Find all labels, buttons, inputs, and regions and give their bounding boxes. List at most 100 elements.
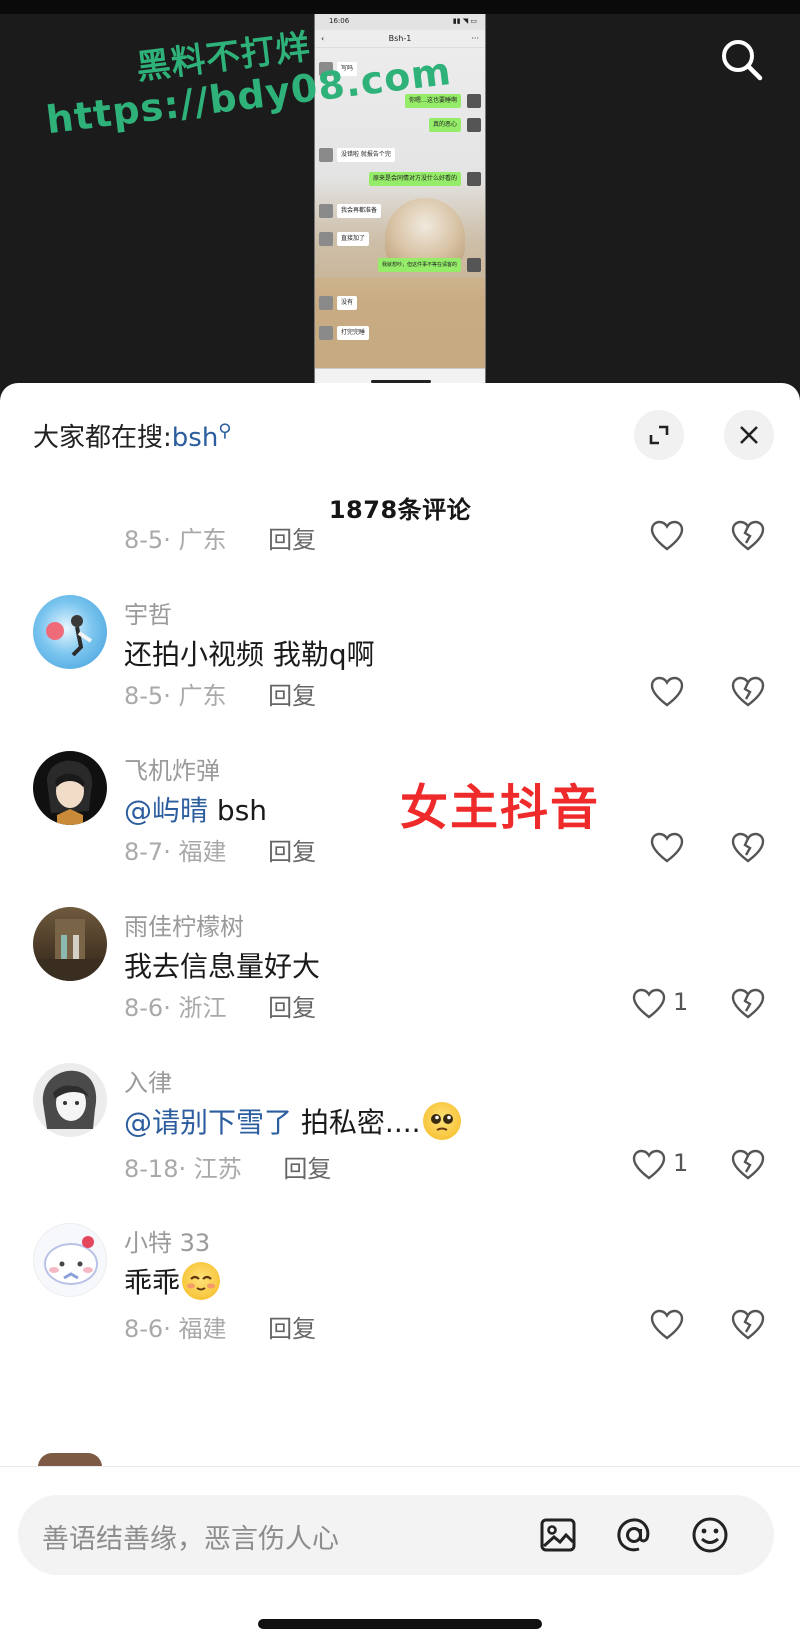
chat-avatar [319, 326, 333, 340]
overlay-annotation: 女主抖音 [400, 780, 601, 836]
comment-text: @请别下雪了 拍私密.... [124, 1101, 461, 1141]
comment-location: 福建 [178, 1315, 227, 1343]
smiling-face-emoji [182, 1262, 221, 1300]
search-icon [722, 40, 763, 81]
avatar[interactable] [38, 1453, 102, 1467]
like-count: 1 [673, 988, 689, 1016]
comment-text: 还拍小视频 我勒q啊 [124, 638, 375, 671]
comment-username[interactable]: 宇哲 [124, 595, 172, 630]
comment-meta: 8-18· 江苏 回复 [124, 1155, 332, 1183]
at-icon[interactable] [614, 1515, 654, 1555]
comment-date: 8-6 [124, 1315, 164, 1343]
comment-text-body: 拍私密.... [292, 1106, 421, 1139]
reply-button[interactable]: 回复 [268, 838, 316, 866]
close-icon [740, 426, 758, 444]
heart-icon[interactable] [650, 1308, 684, 1342]
comment-input-bar: 善语结善缘，恶言伤人心 [0, 1466, 800, 1648]
chat-avatar [319, 232, 333, 246]
comment-date: 8-7 [124, 838, 164, 866]
comment-username[interactable]: 小特 33 [124, 1223, 210, 1258]
expand-icon [649, 425, 669, 445]
comment-text: 乖乖 [124, 1261, 221, 1301]
chat-avatar [467, 94, 481, 108]
broken-heart-icon[interactable] [731, 1308, 765, 1342]
search-button[interactable] [716, 34, 768, 86]
avatar-image [46, 615, 93, 657]
chat-message: 我会再都准备 [337, 204, 382, 218]
chat-avatar [467, 118, 481, 132]
hot-search-keyword[interactable]: bsh [172, 423, 219, 453]
chat-message: 我就想吵，但这件事不等在请客的 [377, 258, 461, 272]
comment-username[interactable]: 入律 [124, 1063, 172, 1098]
expand-button[interactable] [634, 410, 684, 460]
comment-location: 江苏 [193, 1155, 242, 1183]
avatar[interactable] [33, 595, 107, 669]
comment-location: 浙江 [178, 994, 227, 1022]
avatar-image [47, 760, 93, 825]
comment-meta: 8-6· 浙江 回复 [124, 994, 317, 1022]
broken-heart-icon[interactable] [731, 987, 765, 1021]
broken-heart-icon[interactable] [731, 519, 765, 553]
reply-button[interactable]: 回复 [283, 1155, 331, 1183]
avatar-image [33, 919, 107, 981]
avatar-image [44, 1236, 98, 1285]
comment-meta: 8-5· 广东 回复 [124, 526, 317, 554]
emoji-icon[interactable] [690, 1515, 730, 1555]
avatar[interactable] [33, 1223, 107, 1297]
comment-location: 福建 [178, 838, 227, 866]
phone-status-icons: ▮▮ ◥ ▭ [452, 17, 477, 25]
chat-message: 真的恶心 [428, 118, 461, 132]
comment-username[interactable]: 雨佳柠檬树 [124, 907, 244, 942]
heart-icon[interactable] [650, 519, 684, 553]
comment-text-body: bsh [208, 794, 268, 827]
broken-heart-icon[interactable] [731, 1148, 765, 1182]
avatar[interactable] [33, 751, 107, 825]
heart-icon[interactable] [632, 987, 666, 1021]
search-small-icon: ⚲ [218, 420, 232, 442]
pleading-face-emoji [422, 1102, 461, 1140]
comment-input[interactable]: 善语结善缘，恶言伤人心 [18, 1495, 774, 1575]
comment-date: 8-5 [124, 682, 164, 710]
cardboard-box-image [315, 278, 485, 368]
chat-message: 打完完睡 [337, 326, 370, 340]
chat-message: 直接加了 [337, 232, 370, 246]
close-button[interactable] [724, 410, 774, 460]
reply-button[interactable]: 回复 [268, 682, 316, 710]
broken-heart-icon[interactable] [731, 831, 765, 865]
avatar[interactable] [33, 1063, 107, 1137]
comment-sheet: 大家都在搜:bsh⚲ 1878条评论 8-5· 广东 回复 宇哲 还拍小视频 我… [0, 383, 800, 1648]
mention-link[interactable]: @请别下雪了 [124, 1106, 292, 1139]
reply-button[interactable]: 回复 [268, 526, 316, 554]
comment-text: 我去信息量好大 [124, 950, 321, 983]
chat-avatar [467, 172, 481, 186]
mention-link[interactable]: @屿晴 [124, 794, 208, 827]
broken-heart-icon[interactable] [731, 675, 765, 709]
comment-username[interactable]: 飞机炸弹 [124, 751, 220, 786]
chat-message: 没错啦 就报告个完 [337, 148, 395, 162]
image-icon[interactable] [538, 1515, 578, 1555]
comment-meta: 8-6· 福建 回复 [124, 1315, 317, 1343]
comment-date: 8-5 [124, 526, 164, 554]
heart-icon[interactable] [632, 1148, 666, 1182]
chat-avatar [319, 204, 333, 218]
like-count: 1 [673, 1149, 689, 1177]
comment-location: 广东 [178, 526, 227, 554]
comment-date: 8-6 [124, 994, 164, 1022]
chat-avatar [319, 296, 333, 310]
hot-search-bar[interactable]: 大家都在搜:bsh⚲ [33, 417, 231, 454]
comment-text-body: 乖乖 [124, 1266, 181, 1299]
video-player[interactable]: 16:06 ▮▮ ◥ ▭ ‹ Bsh-1 ··· 写吗 你嗯…这也要睡啊 真的恶… [0, 0, 800, 400]
heart-icon[interactable] [650, 675, 684, 709]
comment-meta: 8-5· 广东 回复 [124, 682, 317, 710]
comment-date: 8-18 [124, 1155, 179, 1183]
heart-icon[interactable] [650, 831, 684, 865]
comment-text: @屿晴 bsh [124, 789, 267, 829]
comment-input-placeholder: 善语结善缘，恶言伤人心 [42, 1524, 339, 1555]
comment-location: 广东 [178, 682, 227, 710]
reply-button[interactable]: 回复 [268, 994, 316, 1022]
hot-search-label: 大家都在搜: [33, 423, 172, 453]
reply-button[interactable]: 回复 [268, 1315, 316, 1343]
chat-avatar [319, 148, 333, 162]
avatar[interactable] [33, 907, 107, 981]
avatar-image [42, 1070, 97, 1129]
